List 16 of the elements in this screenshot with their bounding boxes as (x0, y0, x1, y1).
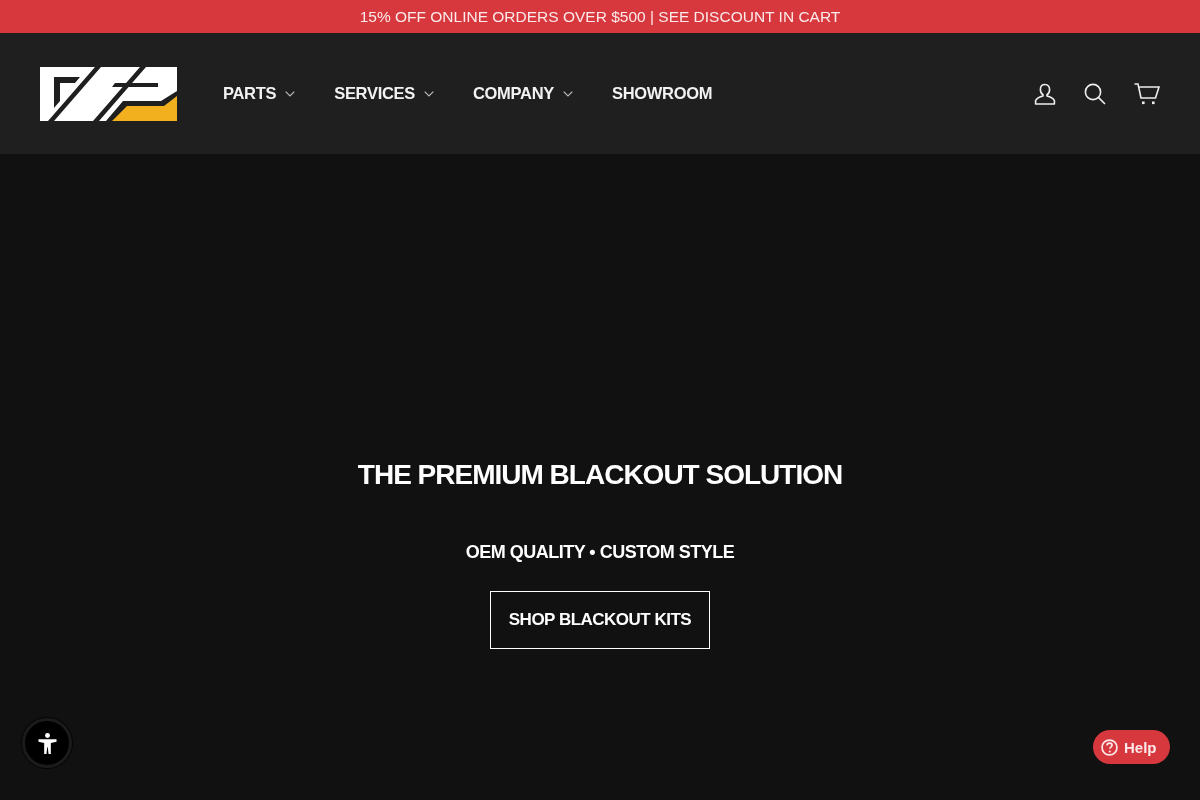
nav-link[interactable]: PARTS (223, 84, 296, 103)
logo[interactable] (40, 66, 177, 121)
user-icon[interactable] (1034, 82, 1056, 105)
nav-link[interactable]: SERVICES (334, 84, 434, 103)
accessibility-icon (37, 732, 57, 754)
hero-subtitle: OEM QUALITY • CUSTOM STYLE (465, 541, 735, 564)
hero-title: THE PREMIUM BLACKOUT SOLUTION (357, 458, 843, 492)
announcement-text[interactable]: 15% OFF ONLINE ORDERS OVER $500 | SEE DISCOUNT IN CART (359, 7, 841, 26)
accessibility-button[interactable] (22, 718, 72, 768)
nav-link[interactable]: COMPANY (472, 84, 573, 103)
nav-link[interactable]: SHOWROOM (611, 84, 713, 103)
help-button[interactable]: Help (1093, 730, 1170, 764)
search-icon[interactable] (1084, 82, 1106, 105)
shop-button[interactable]: SHOP BLACKOUT KITS (489, 591, 711, 649)
cart-icon[interactable] (1134, 82, 1160, 105)
help-icon (1101, 738, 1118, 756)
